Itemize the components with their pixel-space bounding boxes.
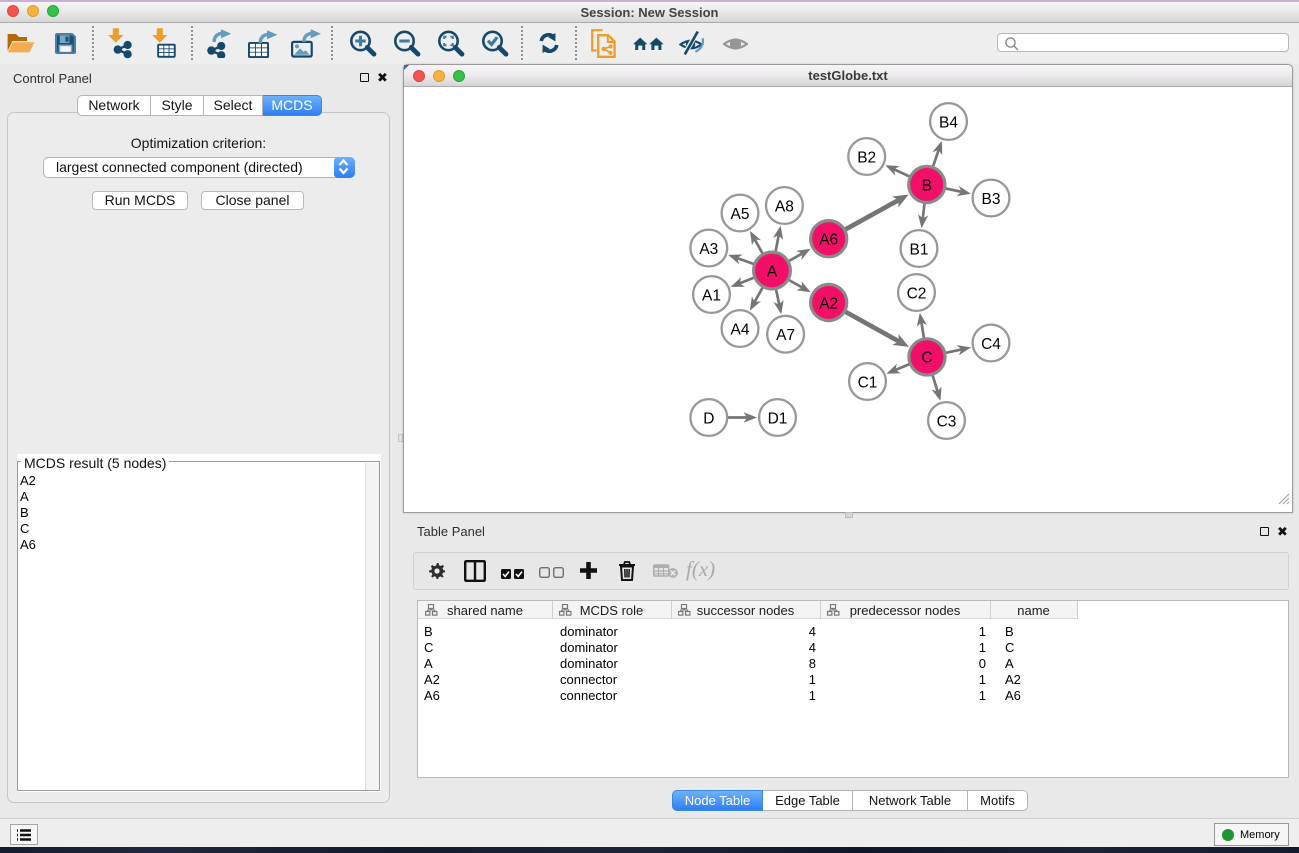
svg-text:C2: C2: [907, 285, 927, 302]
svg-text:D: D: [703, 410, 714, 427]
svg-text:A8: A8: [775, 198, 794, 215]
svg-text:C: C: [921, 350, 932, 367]
svg-text:C1: C1: [858, 374, 878, 391]
svg-text:B3: B3: [982, 191, 1001, 208]
svg-text:A5: A5: [731, 206, 750, 223]
svg-text:B: B: [922, 177, 932, 194]
svg-text:B2: B2: [857, 149, 876, 166]
svg-text:C4: C4: [981, 336, 1001, 353]
svg-text:A6: A6: [819, 232, 838, 249]
svg-text:A: A: [767, 263, 778, 280]
svg-text:C3: C3: [937, 413, 957, 430]
svg-text:A2: A2: [819, 295, 838, 312]
svg-text:A3: A3: [699, 241, 718, 258]
svg-text:A7: A7: [776, 327, 795, 344]
svg-text:A1: A1: [702, 287, 721, 304]
svg-text:A4: A4: [731, 321, 750, 338]
svg-text:B4: B4: [939, 114, 958, 131]
svg-text:D1: D1: [768, 410, 788, 427]
svg-text:B1: B1: [910, 241, 929, 258]
